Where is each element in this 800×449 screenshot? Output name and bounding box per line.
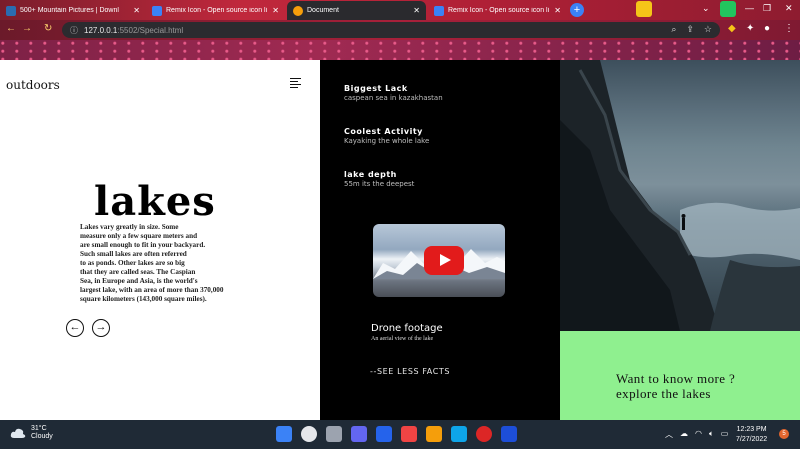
task-view-icon[interactable]: [326, 426, 342, 442]
brand-logo[interactable]: outdoors: [6, 78, 60, 92]
microsoft-store-icon[interactable]: [401, 426, 417, 442]
tab-title: Document: [307, 7, 339, 14]
address-bar[interactable]: ⓘ 127.0.0.1:5502/Special.html ⌕ ⇪ ☆: [62, 22, 720, 38]
pikachu-extension-icon[interactable]: [636, 1, 652, 17]
cliff-landscape-image: [560, 60, 800, 331]
weather-condition: Cloudy: [31, 433, 53, 440]
tab-title: Remix Icon - Open source icon li: [448, 7, 550, 14]
fact-title: Biggest Lack: [344, 84, 408, 93]
weather-widget[interactable]: 31°C Cloudy: [10, 425, 53, 441]
page-title: lakes: [94, 178, 216, 225]
wifi-icon[interactable]: ◠: [695, 429, 702, 440]
minimize-icon[interactable]: —: [745, 3, 754, 13]
video-title: Drone footage: [371, 323, 443, 334]
fact-title: lake depth: [344, 170, 397, 179]
hiker-cliff-photo: [560, 60, 800, 331]
right-panel: Want to know more ? explore the lakes: [560, 60, 800, 420]
facts-panel: Biggest Lack caspean sea in kazakhastan …: [320, 60, 560, 420]
new-tab-button[interactable]: +: [570, 3, 584, 17]
taskbar-apps: [276, 426, 517, 442]
close-tab-icon[interactable]: ✕: [272, 6, 279, 15]
fact-coolest-activity: Coolest Activity Kayaking the whole lake: [344, 127, 429, 145]
system-tray: ︿ ☁ ◠ 🔈︎ ▭: [665, 429, 728, 440]
notification-badge[interactable]: 5: [779, 429, 789, 439]
chrome-icon[interactable]: [476, 426, 492, 442]
back-icon[interactable]: ←: [6, 23, 16, 34]
fact-desc: Kayaking the whole lake: [344, 137, 430, 145]
onedrive-icon[interactable]: ☁: [680, 429, 688, 440]
menu-icon[interactable]: [290, 78, 301, 88]
windows-start-icon[interactable]: [276, 426, 292, 442]
tab-document[interactable]: Document ✕: [287, 1, 426, 20]
fact-biggest-lake: Biggest Lack caspean sea in kazakhastan: [344, 84, 443, 102]
video-subtitle: An aerial view of the lake: [371, 336, 434, 342]
drone-video-thumbnail[interactable]: [373, 224, 505, 297]
url-host: 127.0.0.1: [84, 25, 118, 35]
battery-icon[interactable]: ▭: [721, 429, 729, 440]
prev-arrow-button[interactable]: ←: [66, 319, 84, 337]
clock-time: 12:23 PM: [736, 426, 767, 433]
remix-favicon-icon: [152, 5, 162, 16]
zoom-icon[interactable]: ⌕: [671, 24, 676, 35]
url-path: :5502/Special.html: [117, 25, 184, 35]
lakes-description: Lakes vary greatly in size. Some measure…: [80, 223, 224, 303]
left-panel: outdoors lakes Lakes vary greatly in siz…: [0, 60, 320, 420]
site-info-icon[interactable]: ⓘ: [70, 25, 78, 36]
fact-desc: caspean sea in kazakhastan: [344, 94, 443, 102]
more-menu-icon[interactable]: ⋮: [784, 23, 794, 34]
extensions-puzzle-icon[interactable]: ✦: [746, 23, 754, 34]
cloud-icon: [10, 428, 26, 438]
taskbar: 31°C Cloudy ︿ ☁ ◠ 🔈︎ ▭ 12:23 PM 7/27/202…: [0, 420, 800, 449]
vscode-icon[interactable]: [451, 426, 467, 442]
remix-favicon-icon: [434, 5, 444, 16]
close-tab-icon[interactable]: ✕: [554, 6, 561, 15]
bookmark-star-icon[interactable]: ☆: [704, 24, 712, 35]
temperature: 31°C: [31, 425, 47, 432]
close-tab-icon[interactable]: ✕: [413, 6, 420, 15]
tab-remix-icon-1[interactable]: Remix Icon - Open source icon li ✕: [146, 1, 285, 20]
android-extension-icon[interactable]: [720, 1, 736, 17]
share-icon[interactable]: ⇪: [686, 24, 694, 35]
browser-theme-band: [0, 40, 800, 60]
fact-title: Coolest Activity: [344, 127, 423, 136]
restore-icon[interactable]: ❐: [763, 3, 771, 14]
browser-toolbar: ← → ↻ ⓘ 127.0.0.1:5502/Special.html ⌕ ⇪ …: [0, 20, 800, 40]
volume-icon[interactable]: 🔈︎: [709, 429, 714, 440]
search-icon[interactable]: [301, 426, 317, 442]
document-favicon-icon: [293, 5, 303, 16]
cta-text[interactable]: Want to know more ? explore the lakes: [616, 371, 735, 401]
tab-title: 500+ Mountain Pictures | Downl: [20, 7, 119, 14]
fact-lake-depth: lake depth 55m its the deepest: [344, 170, 414, 188]
teams-chat-icon[interactable]: [351, 426, 367, 442]
next-arrow-button[interactable]: →: [92, 319, 110, 337]
close-window-icon[interactable]: ✕: [785, 3, 793, 14]
webpage: outdoors lakes Lakes vary greatly in siz…: [0, 60, 800, 420]
tab-search-icon[interactable]: ⌄: [702, 3, 710, 14]
screen-capture-icon[interactable]: [501, 426, 517, 442]
youtube-play-icon[interactable]: [424, 246, 464, 275]
see-less-facts-link[interactable]: --SEE LESS FACTS: [370, 367, 450, 376]
edge-browser-icon[interactable]: [376, 426, 392, 442]
tab-remix-icon-2[interactable]: Remix Icon - Open source icon li ✕: [428, 1, 567, 20]
profile-avatar[interactable]: ●: [764, 23, 770, 34]
tab-strip: 500+ Mountain Pictures | Downl ✕ Remix I…: [0, 0, 800, 20]
file-explorer-icon[interactable]: [426, 426, 442, 442]
tab-mountain-pictures[interactable]: 500+ Mountain Pictures | Downl ✕: [0, 1, 146, 20]
extension-icon[interactable]: ◆: [728, 23, 736, 34]
fact-desc: 55m its the deepest: [344, 180, 415, 188]
close-tab-icon[interactable]: ✕: [133, 6, 140, 15]
system-clock[interactable]: 12:23 PM 7/27/2022: [736, 425, 767, 445]
url-text: 127.0.0.1:5502/Special.html: [84, 26, 183, 35]
forward-icon[interactable]: →: [22, 23, 32, 34]
reload-icon[interactable]: ↻: [44, 23, 52, 34]
cta-box[interactable]: Want to know more ? explore the lakes: [560, 331, 800, 420]
tray-chevron-icon[interactable]: ︿: [665, 429, 673, 440]
clock-date: 7/27/2022: [736, 436, 768, 443]
unsplash-favicon-icon: [6, 5, 16, 16]
tab-title: Remix Icon - Open source icon li: [166, 7, 268, 14]
